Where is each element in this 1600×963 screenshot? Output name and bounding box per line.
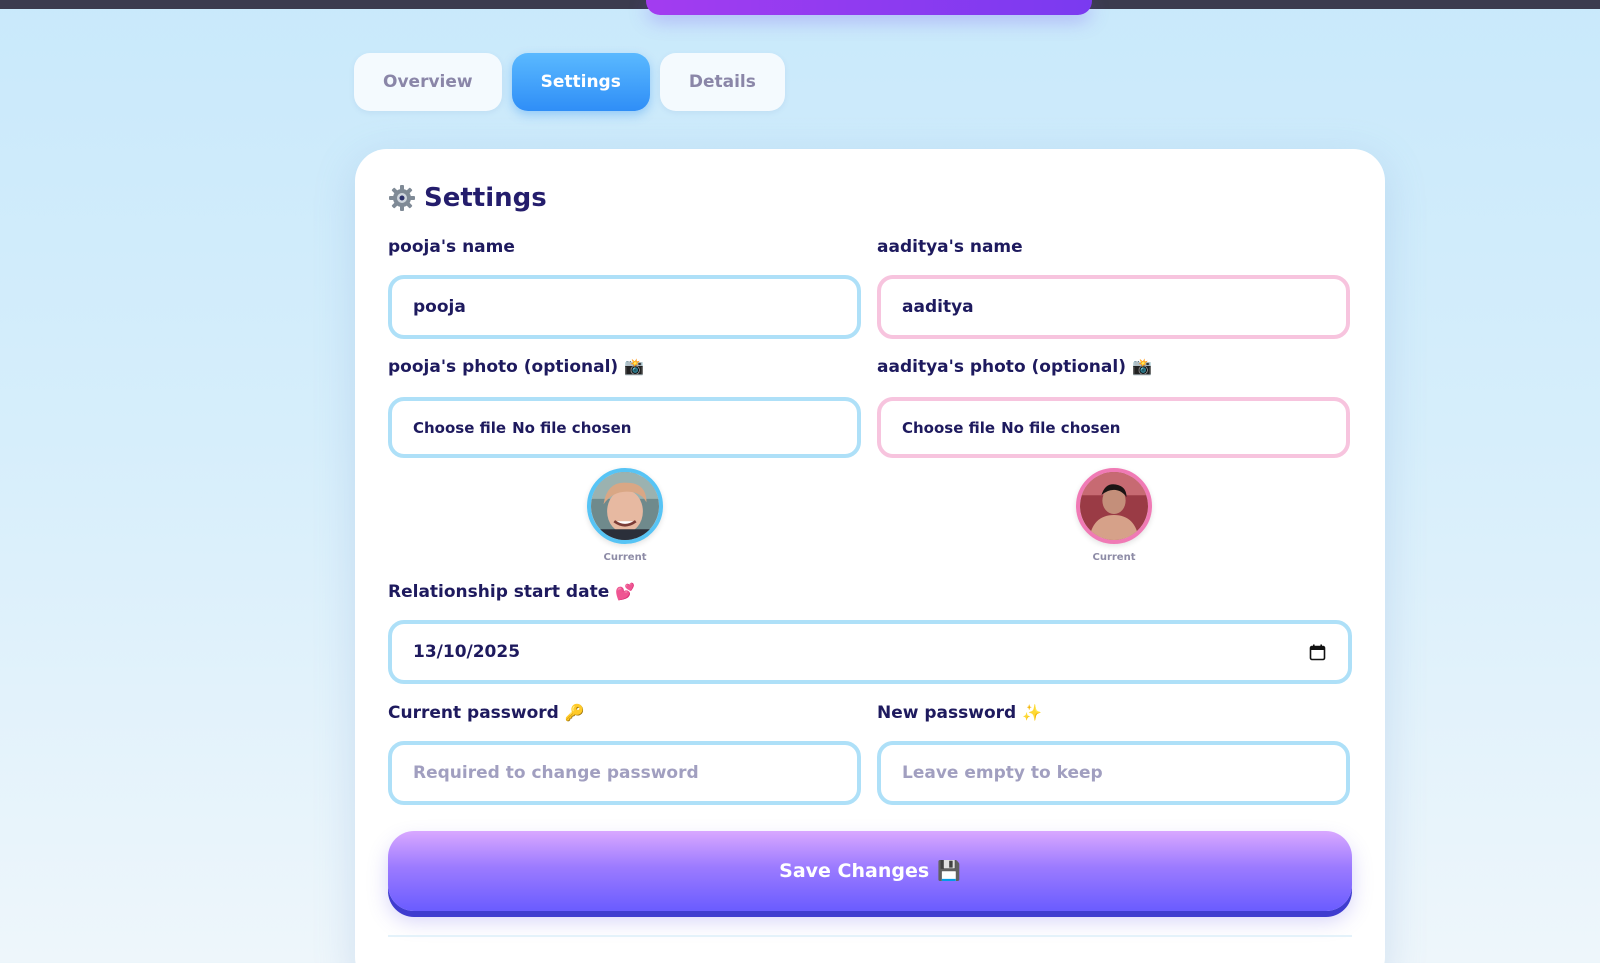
partner1-choose-file-button[interactable]: Choose file — [413, 419, 506, 437]
new-password-input[interactable]: Leave empty to keep — [877, 741, 1350, 805]
partner2-name-label: aaditya's name — [877, 237, 1023, 257]
start-date-input[interactable]: 13/10/2025 — [388, 620, 1352, 684]
partner2-photo-label: aaditya's photo (optional) 📸 — [877, 357, 1152, 377]
partner1-photo-label-text: pooja's photo (optional) — [388, 357, 619, 377]
tab-overview[interactable]: Overview — [354, 53, 502, 111]
partner1-file-status: No file chosen — [512, 418, 632, 437]
partner2-avatar-caption: Current — [1092, 552, 1136, 563]
partner1-avatar-photo — [591, 472, 659, 540]
key-icon: 🔑 — [564, 703, 585, 722]
camera-icon: 📸 — [1131, 357, 1152, 376]
partner2-choose-file-button[interactable]: Choose file — [902, 419, 995, 437]
current-password-input[interactable]: Required to change password — [388, 741, 861, 805]
partner1-name-label-text: pooja's name — [388, 237, 515, 257]
current-password-label: Current password 🔑 — [388, 703, 585, 723]
current-password-placeholder: Required to change password — [413, 763, 699, 783]
partner2-avatar-photo — [1080, 472, 1148, 540]
partner1-avatar-caption: Current — [603, 552, 647, 563]
sparkles-icon: ✨ — [1022, 703, 1043, 722]
partner2-name-label-text: aaditya's name — [877, 237, 1023, 257]
section-divider — [388, 935, 1352, 937]
header-pill — [646, 0, 1092, 15]
start-date-value: 13/10/2025 — [413, 642, 521, 662]
floppy-disk-icon: 💾 — [937, 859, 961, 882]
two-hearts-icon: 💕 — [615, 582, 636, 601]
partner2-file-status: No file chosen — [1001, 418, 1121, 437]
partner2-photo-label-text: aaditya's photo (optional) — [877, 357, 1126, 377]
partner2-photo-file-input[interactable]: Choose file No file chosen — [877, 397, 1350, 458]
partner1-photo-label: pooja's photo (optional) 📸 — [388, 357, 644, 377]
save-changes-button[interactable]: Save Changes 💾 — [388, 831, 1352, 911]
partner2-name-input[interactable]: aaditya — [877, 275, 1350, 339]
tab-settings[interactable]: Settings — [511, 53, 650, 111]
camera-icon: 📸 — [624, 357, 645, 376]
settings-title-text: Settings — [424, 183, 547, 213]
partner1-name-label: pooja's name — [388, 237, 515, 257]
new-password-label: New password ✨ — [877, 703, 1042, 723]
partner2-name-value: aaditya — [902, 297, 974, 317]
settings-card: Settings pooja's name pooja aaditya's na… — [355, 149, 1385, 963]
gear-icon — [388, 184, 416, 212]
start-date-label-text: Relationship start date — [388, 582, 610, 602]
save-changes-label: Save Changes — [779, 860, 930, 882]
start-date-label: Relationship start date 💕 — [388, 582, 635, 602]
partner1-photo-file-input[interactable]: Choose file No file chosen — [388, 397, 861, 458]
partner1-name-value: pooja — [413, 297, 466, 317]
new-password-label-text: New password — [877, 703, 1017, 723]
partner2-avatar — [1076, 468, 1152, 544]
tab-bar: Overview Settings Details — [354, 53, 785, 111]
partner1-name-input[interactable]: pooja — [388, 275, 861, 339]
new-password-placeholder: Leave empty to keep — [902, 763, 1103, 783]
current-password-label-text: Current password — [388, 703, 559, 723]
calendar-icon[interactable] — [1309, 644, 1326, 661]
settings-title: Settings — [388, 183, 547, 213]
partner1-avatar — [587, 468, 663, 544]
tab-details[interactable]: Details — [659, 53, 785, 111]
